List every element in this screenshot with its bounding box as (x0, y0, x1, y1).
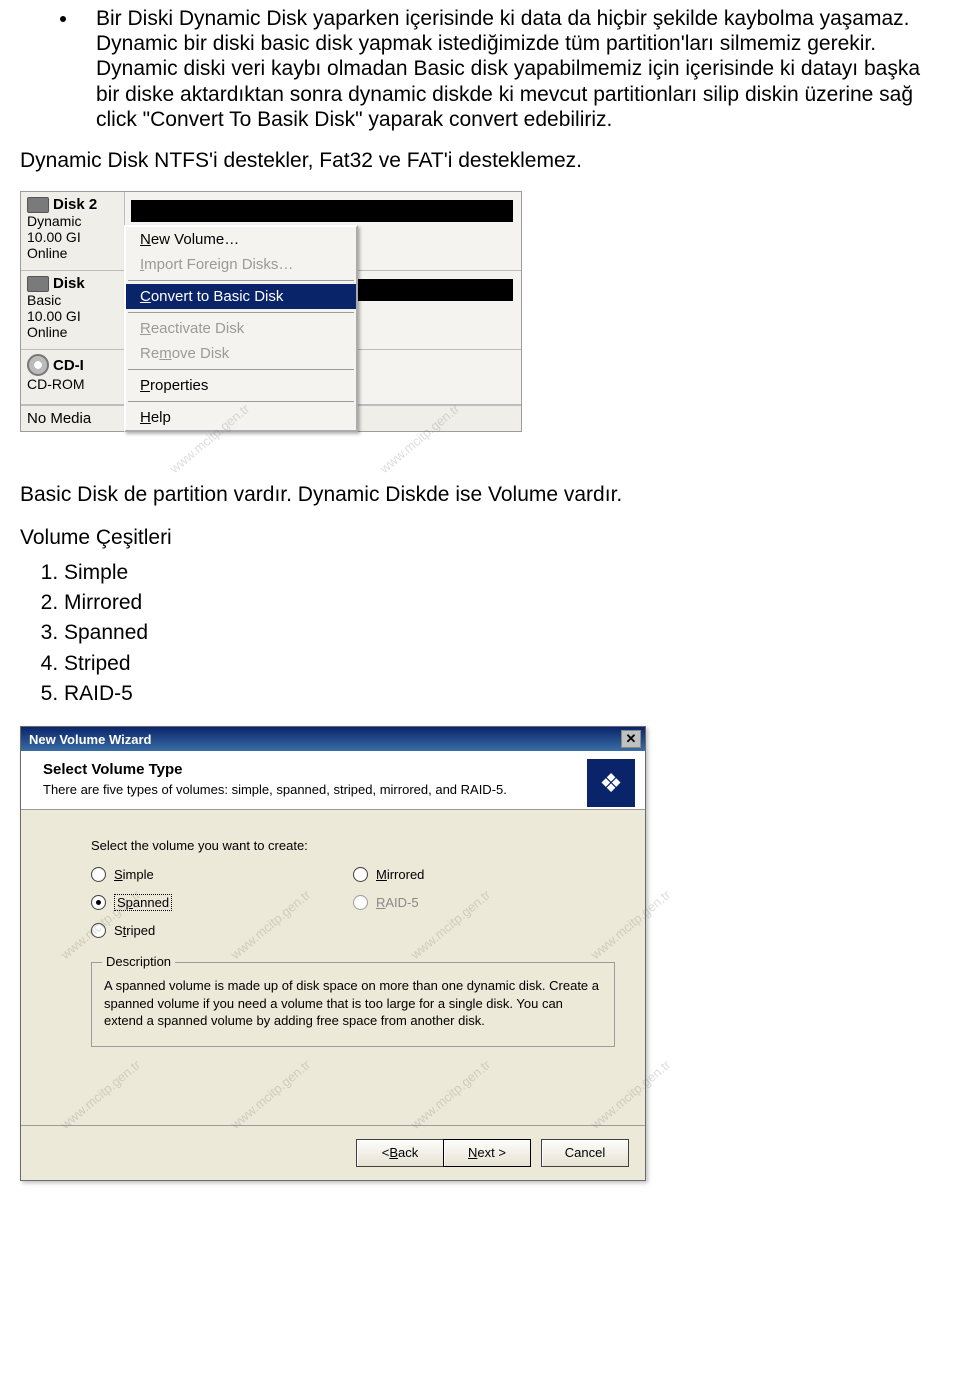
wizard-titlebar: New Volume Wizard ✕ (21, 727, 645, 751)
new-volume-wizard: New Volume Wizard ✕ Select Volume Type T… (20, 726, 646, 1181)
bullet-icon (60, 16, 66, 22)
radio-spanned[interactable]: Spanned (91, 894, 353, 911)
wizard-footer: < Back Next > Cancel (21, 1125, 645, 1180)
back-button[interactable]: < Back (356, 1139, 443, 1167)
cdrom-title: CD-I (53, 357, 84, 374)
radio-icon (353, 867, 368, 882)
disk2-size: 10.00 GI (27, 229, 118, 245)
wizard-body: Select the volume you want to create: Si… (21, 810, 645, 1065)
menu-new-volume[interactable]: New Volume… (126, 227, 356, 252)
list-item: Spanned (64, 619, 940, 647)
disk-type: Basic (27, 292, 118, 308)
menu-import-foreign-disks: Import Foreign Disks… (126, 252, 356, 277)
radio-icon (91, 867, 106, 882)
cancel-button[interactable]: Cancel (541, 1139, 629, 1167)
radio-simple[interactable]: Simple (91, 867, 353, 882)
list-item: Simple (64, 559, 940, 587)
menu-reactivate-disk: Reactivate Disk (126, 316, 356, 341)
bullet-paragraph: Bir Diski Dynamic Disk yaparken içerisin… (20, 6, 940, 132)
cdrom-type: CD-ROM (27, 376, 118, 392)
menu-separator (128, 401, 354, 402)
wizard-header: Select Volume Type There are five types … (21, 751, 645, 810)
paragraph-basic-dynamic: Basic Disk de partition vardır. Dynamic … (20, 482, 940, 507)
disk-management-screenshot: Disk 2 Dynamic 10.00 GI Online Disk Basi… (20, 191, 940, 432)
list-item: Striped (64, 650, 940, 678)
menu-remove-disk: Remove Disk (126, 341, 356, 366)
volume-types-header: Volume Çeşitleri (20, 525, 940, 550)
cdrom-icon (27, 354, 49, 376)
wizard-banner-icon: ❖ (587, 759, 635, 807)
radio-icon (91, 923, 106, 938)
menu-separator (128, 280, 354, 281)
menu-convert-to-basic-disk[interactable]: Convert to Basic Disk (126, 284, 356, 309)
menu-help[interactable]: Help (126, 405, 356, 430)
disk-icon (27, 276, 49, 292)
disk2-status: Online (27, 245, 118, 261)
close-icon[interactable]: ✕ (621, 730, 641, 748)
radio-icon (91, 895, 106, 910)
radio-mirrored[interactable]: Mirrored (353, 867, 615, 882)
disk2-title: Disk 2 (53, 196, 97, 213)
list-item: RAID-5 (64, 680, 940, 708)
context-menu: New Volume… Import Foreign Disks… Conver… (124, 225, 358, 432)
description-text: A spanned volume is made up of disk spac… (104, 977, 602, 1030)
volume-type-options: Simple Mirrored Spanned RAID-5 Striped (91, 867, 615, 938)
disk-size: 10.00 GI (27, 308, 118, 324)
description-legend: Description (102, 954, 175, 969)
wizard-step-subtitle: There are five types of volumes: simple,… (43, 782, 575, 797)
select-volume-label: Select the volume you want to create: (91, 838, 615, 853)
wizard-step-title: Select Volume Type (43, 761, 575, 778)
radio-striped[interactable]: Striped (91, 923, 353, 938)
menu-properties[interactable]: Properties (126, 373, 356, 398)
disk-icon (27, 197, 49, 213)
description-group: Description A spanned volume is made up … (91, 962, 615, 1047)
radio-raid5: RAID-5 (353, 894, 615, 911)
bullet-text: Bir Diski Dynamic Disk yaparken içerisin… (96, 6, 940, 132)
disk2-type: Dynamic (27, 213, 118, 229)
paragraph-ntfs: Dynamic Disk NTFS'i destekler, Fat32 ve … (20, 148, 940, 173)
menu-separator (128, 369, 354, 370)
list-item: Mirrored (64, 589, 940, 617)
next-button[interactable]: Next > (443, 1139, 531, 1167)
volume-types-list: Simple Mirrored Spanned Striped RAID-5 (64, 559, 940, 709)
disk-status: Online (27, 324, 118, 340)
wizard-title-text: New Volume Wizard (29, 732, 151, 747)
disk-title: Disk (53, 275, 85, 292)
disk2-volume-bar (131, 200, 513, 222)
radio-icon (353, 895, 368, 910)
menu-separator (128, 312, 354, 313)
